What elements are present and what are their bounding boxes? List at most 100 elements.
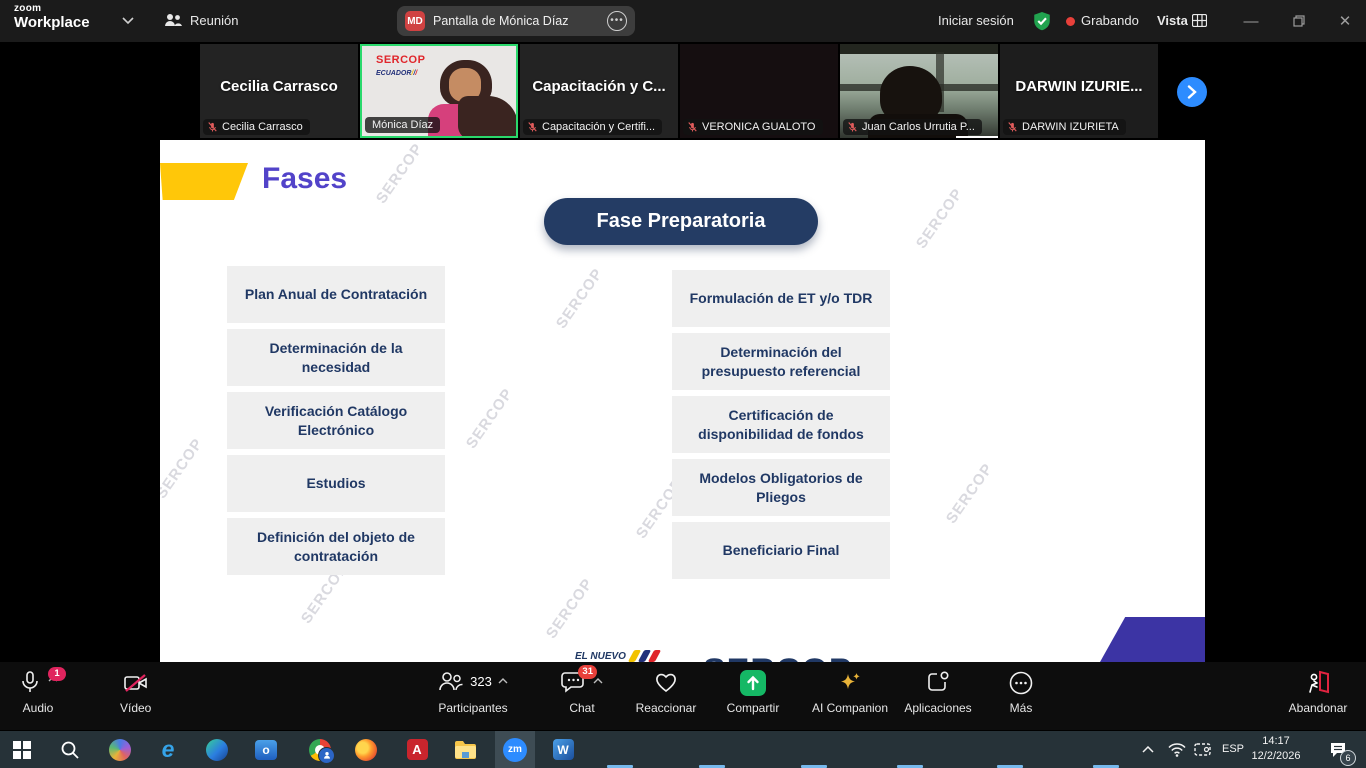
meeting-label[interactable]: Reunión — [190, 13, 238, 28]
watermark: SERCOP — [373, 140, 427, 207]
chat-unread-badge: 31 — [578, 665, 597, 679]
tray-show-hidden-icons[interactable] — [1132, 731, 1164, 768]
participant-tile-monica-active-speaker[interactable]: SERCOP ECUADOR/// Mónica Díaz — [360, 44, 518, 138]
tab-more-icon[interactable]: ••• — [607, 11, 627, 31]
zoom-workplace-logo: zoom Workplace — [14, 4, 90, 30]
audio-button[interactable]: 1 Audio — [18, 670, 58, 715]
participant-tile-capacitacion[interactable]: Capacitación y C... Capacitación y Certi… — [520, 44, 678, 138]
chevron-right-icon — [1187, 85, 1197, 99]
participant-nametag: Juan Carlos Urrutia P... — [843, 119, 982, 135]
taskbar-file-explorer-icon[interactable] — [445, 731, 485, 768]
participant-tile-darwin[interactable]: DARWIN IZURIE... DARWIN IZURIETA — [1000, 44, 1158, 138]
sign-in-link[interactable]: Iniciar sesión — [938, 13, 1014, 28]
chat-button[interactable]: 31 Chat — [552, 670, 612, 715]
process-box: Determinación del presupuesto referencia… — [672, 333, 890, 390]
chat-caret-icon[interactable] — [593, 678, 603, 684]
participants-caret-icon[interactable] — [498, 678, 508, 684]
taskbar-edge-icon[interactable] — [197, 731, 237, 768]
react-button[interactable]: Reaccionar — [630, 670, 702, 715]
video-label: Vídeo — [120, 701, 151, 715]
process-box: Beneficiario Final — [672, 522, 890, 579]
participant-tile-juan-carlos[interactable]: Juan Carlos Urrutia P... — [840, 44, 998, 138]
taskbar-word-icon[interactable]: W — [543, 731, 583, 768]
more-button[interactable]: Más — [998, 670, 1044, 715]
zoom-meeting-window: zoom Workplace Reunión MD Pantalla de Mó… — [0, 0, 1366, 768]
view-button-label[interactable]: Vista — [1157, 13, 1188, 28]
windows-logo-icon — [13, 741, 31, 759]
participant-name-text: Cecilia Carrasco — [222, 121, 303, 133]
title-accent-shape — [160, 163, 248, 200]
watermark: SERCOP — [463, 385, 517, 452]
process-box: Certificación de disponibilidad de fondo… — [672, 396, 890, 453]
heart-icon — [653, 670, 679, 694]
participants-count: 323 — [470, 674, 492, 689]
ecuador-logo-text: ECUADOR/// — [376, 70, 425, 78]
tray-clock[interactable]: 14:17 12/2/2026 — [1240, 734, 1312, 764]
search-button[interactable] — [50, 731, 90, 768]
tray-notifications-button[interactable]: 6 — [1318, 731, 1358, 768]
maximize-button[interactable] — [1276, 0, 1322, 42]
participant-nametag: VERONICA GUALOTO — [683, 119, 823, 135]
participant-name-text: DARWIN IZURIETA — [1022, 121, 1119, 133]
mic-off-icon — [527, 121, 538, 133]
participant-tile-cecilia[interactable]: Cecilia Carrasco Cecilia Carrasco — [200, 44, 358, 138]
share-button[interactable]: Compartir — [718, 670, 788, 715]
screen-share-tab[interactable]: MD Pantalla de Mónica Díaz ••• — [397, 6, 635, 36]
window-frame-top — [840, 44, 998, 54]
video-button[interactable]: Vídeo — [120, 670, 151, 715]
apps-button[interactable]: Aplicaciones — [898, 670, 978, 715]
security-shield-icon[interactable] — [1032, 11, 1052, 31]
search-icon — [60, 740, 80, 760]
tray-time: 14:17 — [1240, 734, 1312, 749]
minimize-button[interactable]: — — [1228, 0, 1274, 42]
meeting-people-icon — [163, 12, 183, 28]
close-button[interactable]: ✕ — [1322, 0, 1366, 42]
more-icon — [1008, 670, 1034, 696]
sercop-footer-logo: EL NUEVO SERCOP — [575, 650, 875, 662]
taskbar-copilot-icon[interactable] — [100, 731, 140, 768]
sercop-logo: SERCOP ECUADOR/// — [376, 54, 425, 78]
corner-accent-shape — [1100, 617, 1205, 662]
apps-label: Aplicaciones — [904, 701, 971, 715]
participant-nametag: Capacitación y Certifi... — [523, 119, 662, 135]
participant-name-text: Capacitación y Certifi... — [542, 121, 655, 133]
start-button[interactable] — [2, 731, 42, 768]
process-box: Formulación de ET y/o TDR — [672, 270, 890, 327]
participant-tile-veronica[interactable]: VERONICA GUALOTO — [680, 44, 838, 138]
recording-label: Grabando — [1081, 13, 1139, 28]
chrome-profile-badge — [318, 747, 335, 764]
strip-indicator — [956, 136, 998, 138]
more-label: Más — [1010, 701, 1033, 715]
titlebar: zoom Workplace Reunión MD Pantalla de Mó… — [0, 0, 1366, 42]
leave-door-icon — [1304, 670, 1332, 696]
microphone-icon — [18, 670, 42, 696]
slide-title: Fases — [262, 162, 347, 196]
taskbar-outlook-icon[interactable]: o — [246, 731, 286, 768]
taskbar-zoom-icon-active[interactable]: zm — [495, 731, 535, 768]
process-box: Estudios — [227, 455, 445, 512]
chevron-down-icon[interactable] — [122, 17, 134, 25]
taskbar-firefox-icon[interactable] — [346, 731, 386, 768]
tab-title: Pantalla de Mónica Díaz — [433, 14, 599, 28]
mic-off-icon — [847, 121, 858, 133]
process-box: Determinación de la necesidad — [227, 329, 445, 386]
view-grid-icon[interactable] — [1192, 14, 1207, 27]
react-label: Reaccionar — [636, 701, 697, 715]
next-participants-button[interactable] — [1177, 77, 1207, 107]
share-label: Compartir — [727, 701, 780, 715]
watermark: SERCOP — [913, 185, 967, 252]
tray-connect-icon[interactable] — [1186, 731, 1218, 768]
share-screen-icon — [740, 670, 766, 696]
taskbar-chrome-icon[interactable] — [300, 731, 340, 768]
windows-taskbar: e o A — [0, 731, 1366, 768]
participants-button[interactable]: 323 Participantes — [418, 670, 528, 715]
restore-icon — [1293, 15, 1305, 27]
taskbar-acrobat-icon[interactable]: A — [397, 731, 437, 768]
leave-button[interactable]: Abandonar — [1278, 670, 1358, 715]
tab-avatar-initials: MD — [405, 11, 425, 31]
process-box: Plan Anual de Contratación — [227, 266, 445, 323]
phase-pill: Fase Preparatoria — [544, 198, 818, 245]
ai-companion-button[interactable]: AI Companion — [804, 670, 896, 715]
participant-center-name: Capacitación y C... — [520, 78, 678, 95]
taskbar-internet-explorer-icon[interactable]: e — [148, 731, 188, 768]
